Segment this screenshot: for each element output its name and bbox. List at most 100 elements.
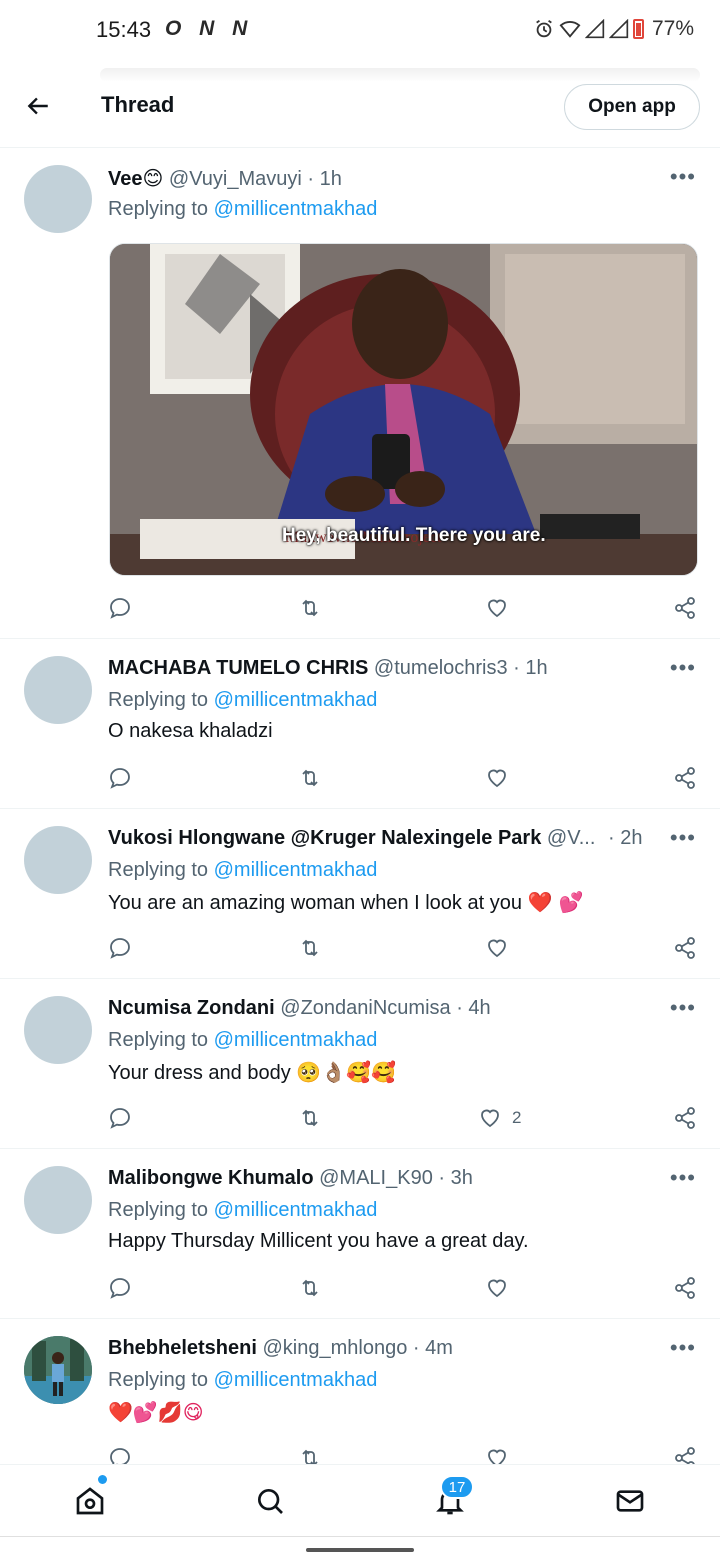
like-button[interactable] (485, 1443, 519, 1464)
reply-button[interactable] (108, 763, 132, 793)
page-title: Thread (101, 92, 175, 117)
tweet-actions (108, 763, 698, 793)
more-options-icon[interactable]: ••• (670, 825, 696, 851)
reply-mention-link[interactable]: @millicentmakhad (214, 859, 378, 881)
author-name[interactable]: Bhebheletsheni (108, 1337, 257, 1359)
home-icon (76, 1487, 104, 1515)
reply-mention-link[interactable]: @millicentmakhad (214, 689, 378, 711)
author-name[interactable]: Vukosi Hlongwane @Kruger Nalexingele Par… (108, 827, 541, 849)
author-handle[interactable]: @MALI_K90 (319, 1167, 433, 1189)
replying-prefix: Replying to (108, 689, 209, 711)
like-button[interactable] (485, 1273, 519, 1303)
reply-button[interactable] (108, 1273, 132, 1303)
retweet-icon (302, 769, 318, 787)
author-handle[interactable]: @ZondaniNcumisa (280, 997, 450, 1019)
avatar[interactable] (24, 656, 92, 724)
retweet-button[interactable] (298, 763, 322, 793)
avatar[interactable] (24, 1166, 92, 1234)
author-name[interactable]: MACHABA TUMELO CHRIS (108, 657, 368, 679)
reply-mention-link[interactable]: @millicentmakhad (214, 1369, 378, 1391)
tweet-text-container: You are an amazing woman when I look at … (108, 890, 680, 915)
back-button[interactable] (22, 90, 54, 122)
author-name[interactable]: Ncumisa Zondani (108, 997, 275, 1019)
author-handle[interactable]: @Vuyi_Mavuyi (169, 168, 302, 190)
tweet-media[interactable]: Mukwevho Mall Project Hey, beautiful. Th… (109, 243, 698, 576)
replying-to: Replying to @millicentmakhad (108, 689, 377, 712)
tweet[interactable]: MACHABA TUMELO CHRIS @tumelochris3 · 1h … (0, 639, 720, 809)
reply-icon (110, 768, 130, 789)
retweet-button[interactable] (298, 1273, 322, 1303)
reply-button[interactable] (108, 933, 132, 963)
tweet-actions (108, 593, 698, 623)
nav-search[interactable] (252, 1483, 288, 1519)
tweet-time: · 1h (307, 168, 342, 190)
more-options-icon[interactable]: ••• (670, 164, 696, 190)
nav-home[interactable] (72, 1483, 108, 1519)
reply-button[interactable] (108, 1443, 132, 1464)
tweet-time: · 2h (608, 827, 643, 849)
open-app-button[interactable]: Open app (564, 84, 700, 130)
retweet-icon (302, 1449, 318, 1464)
more-options-icon[interactable]: ••• (670, 1335, 696, 1361)
status-notification-icons: O N N (165, 17, 254, 40)
tweet-header: Ncumisa Zondani @ZondaniNcumisa · 4h (108, 997, 660, 1020)
author-handle[interactable]: @V... (547, 827, 595, 849)
reply-button[interactable] (108, 593, 132, 623)
tweet[interactable]: Vukosi Hlongwane @Kruger Nalexingele Par… (0, 809, 720, 979)
share-icon (675, 1277, 695, 1299)
more-options-icon[interactable]: ••• (670, 1165, 696, 1191)
like-button[interactable]: 2 (478, 1103, 521, 1133)
tweet-time: · 1h (513, 657, 548, 679)
more-options-icon[interactable]: ••• (670, 655, 696, 681)
retweet-button[interactable] (298, 933, 322, 963)
tweet-time: · 3h (438, 1167, 473, 1189)
avatar-photo (24, 1336, 92, 1404)
signal-icon-2 (608, 19, 629, 39)
retweet-button[interactable] (298, 1103, 322, 1133)
share-button[interactable] (673, 1103, 697, 1133)
share-button[interactable] (673, 763, 697, 793)
tweet[interactable]: Malibongwe Khumalo @MALI_K90 · 3h ••• Re… (0, 1149, 720, 1319)
tweet[interactable]: Bhebheletsheni @king_mhlongo · 4m ••• Re… (0, 1319, 720, 1464)
more-options-icon[interactable]: ••• (670, 995, 696, 1021)
like-button[interactable] (485, 933, 519, 963)
tweet-text: Happy Thursday Millicent you have a grea… (108, 1230, 529, 1252)
reply-mention-link[interactable]: @millicentmakhad (214, 198, 378, 220)
share-button[interactable] (673, 1443, 697, 1464)
avatar[interactable] (24, 996, 92, 1064)
author-name[interactable]: Vee (108, 168, 142, 190)
tweet[interactable]: Vee😊 @Vuyi_Mavuyi · 1h ••• Replying to @… (0, 148, 720, 639)
share-icon (675, 937, 695, 959)
retweet-icon (302, 1109, 318, 1127)
reply-button[interactable] (108, 1103, 132, 1133)
like-button[interactable] (485, 763, 519, 793)
like-button[interactable] (485, 593, 519, 623)
share-button[interactable] (673, 1273, 697, 1303)
reply-mention-link[interactable]: @millicentmakhad (214, 1199, 378, 1221)
author-handle[interactable]: @king_mhlongo (262, 1337, 407, 1359)
author-name[interactable]: Malibongwe Khumalo (108, 1167, 314, 1189)
share-button[interactable] (673, 933, 697, 963)
retweet-button[interactable] (298, 593, 322, 623)
tweet-actions (108, 1273, 698, 1303)
replying-prefix: Replying to (108, 1369, 209, 1391)
replying-to: Replying to @millicentmakhad (108, 1199, 377, 1222)
replying-to: Replying to @millicentmakhad (108, 859, 377, 882)
tweet[interactable]: Ncumisa Zondani @ZondaniNcumisa · 4h •••… (0, 979, 720, 1149)
share-button[interactable] (673, 593, 697, 623)
media-caption: Hey, beautiful. There you are. (282, 525, 546, 546)
avatar[interactable] (24, 826, 92, 894)
avatar[interactable] (24, 165, 92, 233)
replying-prefix: Replying to (108, 1199, 209, 1221)
avatar[interactable] (24, 1336, 92, 1404)
heart-icon (488, 1279, 506, 1298)
battery-icon (632, 19, 644, 39)
retweet-button[interactable] (298, 1443, 322, 1464)
share-icon (675, 767, 695, 789)
reply-mention-link[interactable]: @millicentmakhad (214, 1029, 378, 1051)
gesture-handle[interactable] (306, 1548, 414, 1552)
author-handle[interactable]: @tumelochris3 (374, 657, 508, 679)
status-bar: 15:43 O N N 77% (0, 0, 720, 60)
heart-icon (488, 1449, 506, 1464)
nav-messages[interactable] (612, 1483, 648, 1519)
